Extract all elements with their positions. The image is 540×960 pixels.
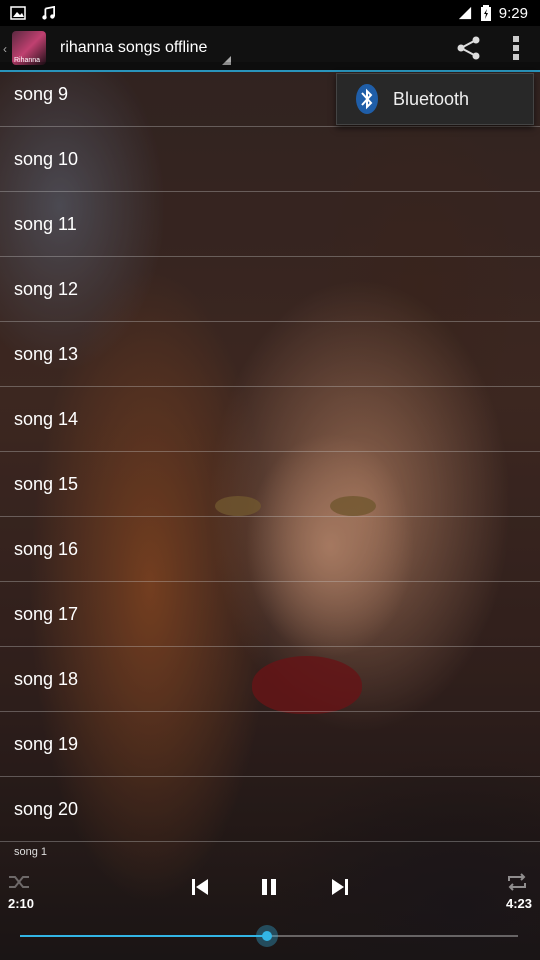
list-item[interactable]: song 10 (0, 127, 540, 192)
overflow-menu-icon[interactable] (512, 35, 520, 61)
next-icon[interactable] (329, 876, 351, 898)
song-title: song 18 (14, 668, 79, 689)
overflow-popup-menu: Bluetooth (336, 73, 534, 125)
song-title: song 10 (14, 148, 79, 169)
clock: 9:29 (498, 4, 528, 22)
list-item[interactable]: song 16 (0, 517, 540, 582)
song-title: song 19 (14, 733, 79, 754)
seek-bar-thumb[interactable] (256, 925, 278, 947)
previous-icon[interactable] (189, 876, 211, 898)
app-title[interactable]: rihanna songs offline (60, 39, 207, 57)
music-note-icon (42, 6, 55, 20)
list-item[interactable]: song 13 (0, 322, 540, 387)
song-title: song 9 (14, 83, 69, 104)
song-title: song 15 (14, 473, 79, 494)
shuffle-icon[interactable] (8, 872, 30, 892)
share-icon[interactable] (456, 36, 482, 60)
battery-icon (480, 5, 491, 21)
song-title: song 17 (14, 603, 79, 624)
now-playing-title: song 1 (14, 846, 48, 858)
seek-bar-progress (20, 935, 267, 937)
image-icon (10, 6, 26, 20)
current-time: 2:10 (8, 896, 35, 911)
list-item[interactable]: song 18 (0, 647, 540, 712)
song-title: song 12 (14, 278, 79, 299)
app-icon[interactable]: Rihanna (12, 31, 46, 65)
seek-bar[interactable] (20, 925, 518, 947)
song-title: song 11 (14, 213, 77, 234)
list-item[interactable]: song 20 (0, 777, 540, 842)
list-item[interactable]: song 11 (0, 192, 540, 257)
total-time: 4:23 (505, 896, 532, 911)
list-item[interactable]: song 12 (0, 257, 540, 322)
song-title: song 16 (14, 538, 79, 559)
list-item[interactable]: song 19 (0, 712, 540, 777)
menu-item-bluetooth[interactable]: Bluetooth (337, 74, 533, 124)
song-title: song 13 (14, 343, 79, 364)
pause-icon[interactable] (258, 876, 280, 898)
list-item[interactable]: song 15 (0, 452, 540, 517)
media-player: song 1 2:10 4:23 (0, 842, 540, 960)
status-bar: 9:29 (0, 0, 540, 26)
song-list: song 9 song 10 song 11 song 12 song 13 s… (0, 62, 540, 842)
bluetooth-icon (356, 84, 378, 114)
menu-item-label: Bluetooth (393, 88, 470, 109)
repeat-icon[interactable] (506, 872, 528, 892)
list-item[interactable]: song 14 (0, 387, 540, 452)
list-item[interactable]: song 17 (0, 582, 540, 647)
song-title: song 20 (14, 798, 79, 819)
up-caret-icon[interactable]: ‹ (3, 42, 7, 56)
signal-icon (458, 6, 471, 20)
song-title: song 14 (14, 408, 79, 429)
